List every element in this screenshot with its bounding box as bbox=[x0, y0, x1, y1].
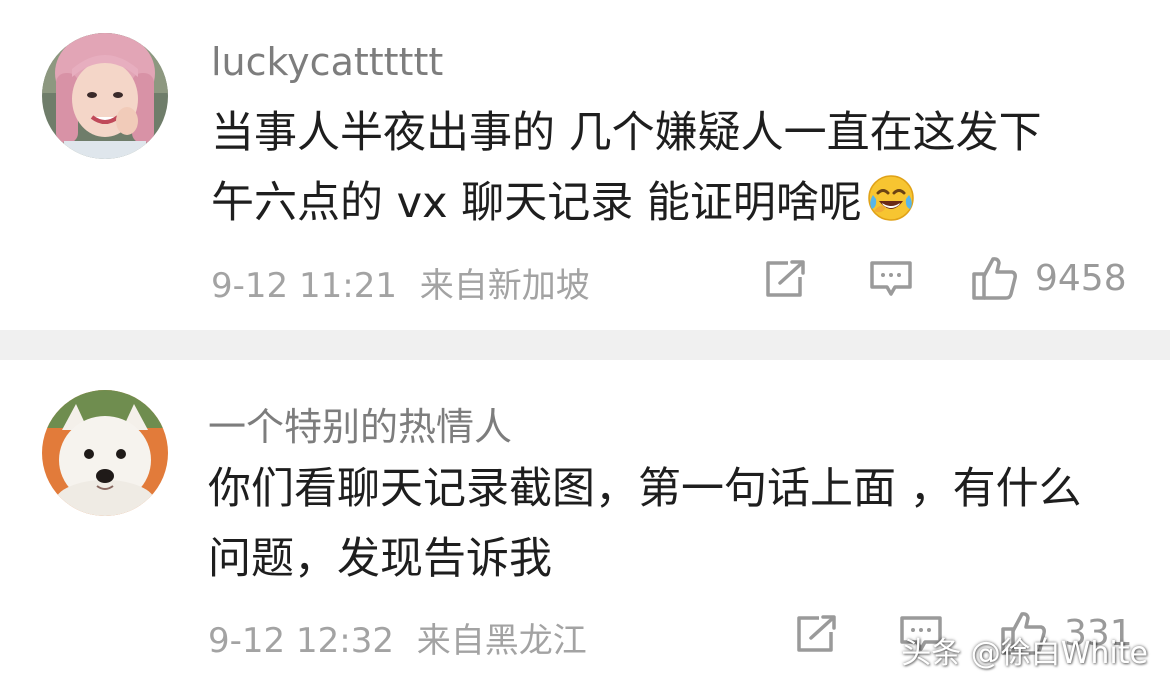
share-button[interactable] bbox=[764, 259, 808, 299]
comment-feed: luckycatttttt 当事人半夜出事的 几个嫌疑人一直在这发下 午六点的 … bbox=[0, 0, 1170, 688]
username[interactable]: luckycatttttt bbox=[211, 40, 443, 84]
comment-text-line: 你们看聊天记录截图，第一句话上面 ，有什么 bbox=[208, 464, 1082, 514]
comment-text-segment: 午六点的 vx 聊天记录 能证明啥呢 bbox=[211, 178, 862, 228]
comment-meta: 9-12 12:32 来自黑龙江 bbox=[208, 613, 587, 662]
share-button[interactable] bbox=[795, 614, 839, 654]
comment-text-line: 问题，发现告诉我 bbox=[208, 534, 552, 584]
comment-separator bbox=[0, 330, 1170, 360]
username[interactable]: 一个特别的热情人 bbox=[208, 396, 512, 451]
avatar-pink-hair-girl-image bbox=[42, 33, 168, 159]
watermark: 头条 @徐白White bbox=[901, 636, 1148, 671]
avatar[interactable] bbox=[42, 33, 168, 159]
share-icon bbox=[797, 615, 836, 652]
share-icon bbox=[766, 260, 805, 297]
comment-item: luckycatttttt 当事人半夜出事的 几个嫌疑人一直在这发下 午六点的 … bbox=[0, 0, 1170, 330]
like-button[interactable]: 9458 bbox=[971, 254, 1127, 302]
like-count: 9458 bbox=[1035, 257, 1127, 299]
avatar-white-dog-image bbox=[42, 390, 168, 516]
thumbs-up-icon bbox=[972, 257, 1017, 300]
comment-text: 你们看聊天记录截图，第一句话上面 ，有什么 问题，发现告诉我 bbox=[208, 454, 1138, 594]
comment-date: 9-12 11:21 bbox=[211, 266, 397, 306]
comment-location: 来自新加坡 bbox=[419, 266, 590, 306]
comment-meta: 9-12 11:21 来自新加坡 bbox=[211, 258, 590, 307]
comment-text: 当事人半夜出事的 几个嫌疑人一直在这发下 午六点的 vx 聊天记录 能证明啥呢 bbox=[211, 98, 1141, 238]
comment-icon bbox=[870, 261, 912, 296]
comment-date: 9-12 12:32 bbox=[208, 621, 394, 661]
comment-text-line: 当事人半夜出事的 几个嫌疑人一直在这发下 bbox=[211, 108, 1042, 158]
comment-text-line: 午六点的 vx 聊天记录 能证明啥呢 bbox=[211, 168, 1141, 238]
tears-of-joy-emoji bbox=[868, 175, 914, 221]
avatar[interactable] bbox=[42, 390, 168, 516]
comment-location: 来自黑龙江 bbox=[416, 621, 587, 661]
reply-button[interactable] bbox=[869, 259, 913, 299]
